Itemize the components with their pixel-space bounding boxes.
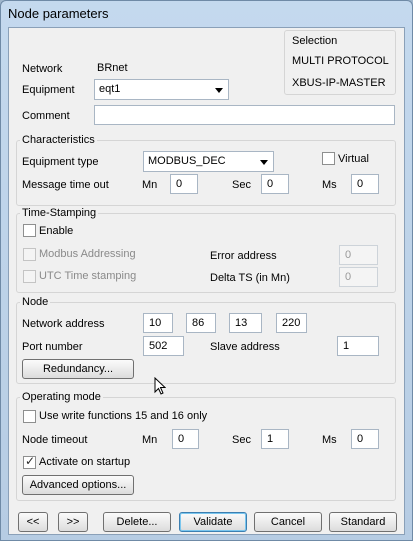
virtual-checkbox[interactable]	[322, 152, 335, 165]
msg-timeout-mn-field[interactable]: 0	[170, 174, 198, 194]
activate-on-startup-checkbox[interactable]: ✓	[23, 454, 36, 469]
modbus-addressing-label: Modbus Addressing	[39, 248, 136, 260]
write-functions-checkbox[interactable]	[23, 410, 36, 423]
equipment-type-select[interactable]: MODBUS_DEC	[143, 151, 274, 172]
node-legend: Node	[20, 296, 51, 309]
port-number-label: Port number	[22, 341, 83, 353]
window-title: Node parameters	[8, 6, 109, 21]
node-timeout-label: Node timeout	[22, 434, 88, 446]
node-parameters-window: Node parameters Selection MULTI PROTOCOL…	[0, 0, 413, 541]
node-timeout-mn-label: Mn	[142, 434, 158, 446]
characteristics-legend: Characteristics	[20, 134, 97, 147]
slave-address-field[interactable]: 1	[337, 336, 379, 356]
network-label: Network	[22, 63, 63, 75]
write-functions-label: Use write functions 15 and 16 only	[39, 410, 208, 422]
error-address-field[interactable]: 0	[339, 245, 378, 265]
slave-address-label: Slave address	[210, 341, 280, 353]
network-value: BRnet	[97, 62, 128, 74]
validate-button[interactable]: Validate	[179, 512, 247, 532]
delta-ts-label: Delta TS (in Mn)	[210, 272, 290, 284]
msg-timeout-sec-field[interactable]: 0	[261, 174, 289, 194]
node-timeout-sec-label: Sec	[232, 434, 251, 446]
selection-protocol: MULTI PROTOCOL	[292, 55, 389, 67]
advanced-options-button[interactable]: Advanced options...	[22, 475, 134, 495]
msg-timeout-ms-label: Ms	[322, 179, 337, 191]
timestamping-legend: Time-Stamping	[20, 207, 99, 220]
delta-ts-field[interactable]: 0	[339, 267, 378, 287]
enable-timestamping-checkbox[interactable]	[23, 224, 36, 237]
msg-timeout-ms-field[interactable]: 0	[351, 174, 379, 194]
ip-octet-1-field[interactable]: 10	[143, 313, 173, 333]
equipment-select-value: eqt1	[99, 83, 121, 95]
comment-label: Comment	[22, 110, 70, 122]
mouse-cursor-icon	[154, 377, 166, 395]
redundancy-button[interactable]: Redundancy...	[22, 359, 134, 379]
selection-title: Selection	[292, 35, 338, 47]
node-timeout-sec-field[interactable]: 1	[261, 429, 289, 449]
equipment-label: Equipment	[22, 84, 75, 96]
node-timeout-ms-label: Ms	[322, 434, 337, 446]
msg-timeout-mn-label: Mn	[142, 179, 158, 191]
ip-octet-4-field[interactable]: 220	[276, 313, 307, 333]
node-timeout-mn-field[interactable]: 0	[172, 429, 199, 449]
chevron-down-icon	[260, 160, 268, 165]
title-bar[interactable]: Node parameters	[1, 1, 412, 27]
node-timeout-ms-field[interactable]: 0	[351, 429, 379, 449]
message-timeout-label: Message time out	[22, 179, 109, 191]
enable-label: Enable	[39, 225, 74, 237]
selection-device: XBUS-IP-MASTER	[292, 77, 386, 89]
utc-timestamping-label: UTC Time stamping	[39, 270, 137, 282]
chevron-down-icon	[215, 88, 223, 93]
previous-button[interactable]: <<	[18, 512, 48, 532]
equipment-select[interactable]: eqt1	[94, 79, 229, 100]
characteristics-group	[16, 140, 396, 206]
virtual-label: Virtual	[338, 153, 369, 165]
comment-field[interactable]	[94, 105, 395, 125]
ip-octet-2-field[interactable]: 86	[186, 313, 216, 333]
activate-on-startup-label: Activate on startup	[39, 456, 131, 468]
network-address-label: Network address	[22, 318, 105, 330]
msg-timeout-sec-label: Sec	[232, 179, 251, 191]
port-number-field[interactable]: 502	[143, 336, 184, 356]
modbus-addressing-checkbox[interactable]	[23, 248, 36, 261]
standard-button[interactable]: Standard	[329, 512, 397, 532]
equipment-type-value: MODBUS_DEC	[148, 155, 226, 167]
check-icon: ✓	[25, 454, 36, 468]
ip-octet-3-field[interactable]: 13	[229, 313, 262, 333]
equipment-type-label: Equipment type	[22, 156, 99, 168]
cancel-button[interactable]: Cancel	[254, 512, 322, 532]
delete-button[interactable]: Delete...	[103, 512, 171, 532]
utc-timestamping-checkbox[interactable]	[23, 270, 36, 283]
operating-mode-legend: Operating mode	[20, 391, 103, 404]
dialog-body: Selection MULTI PROTOCOL XBUS-IP-MASTER …	[8, 27, 405, 535]
error-address-label: Error address	[210, 250, 277, 262]
next-button[interactable]: >>	[58, 512, 88, 532]
